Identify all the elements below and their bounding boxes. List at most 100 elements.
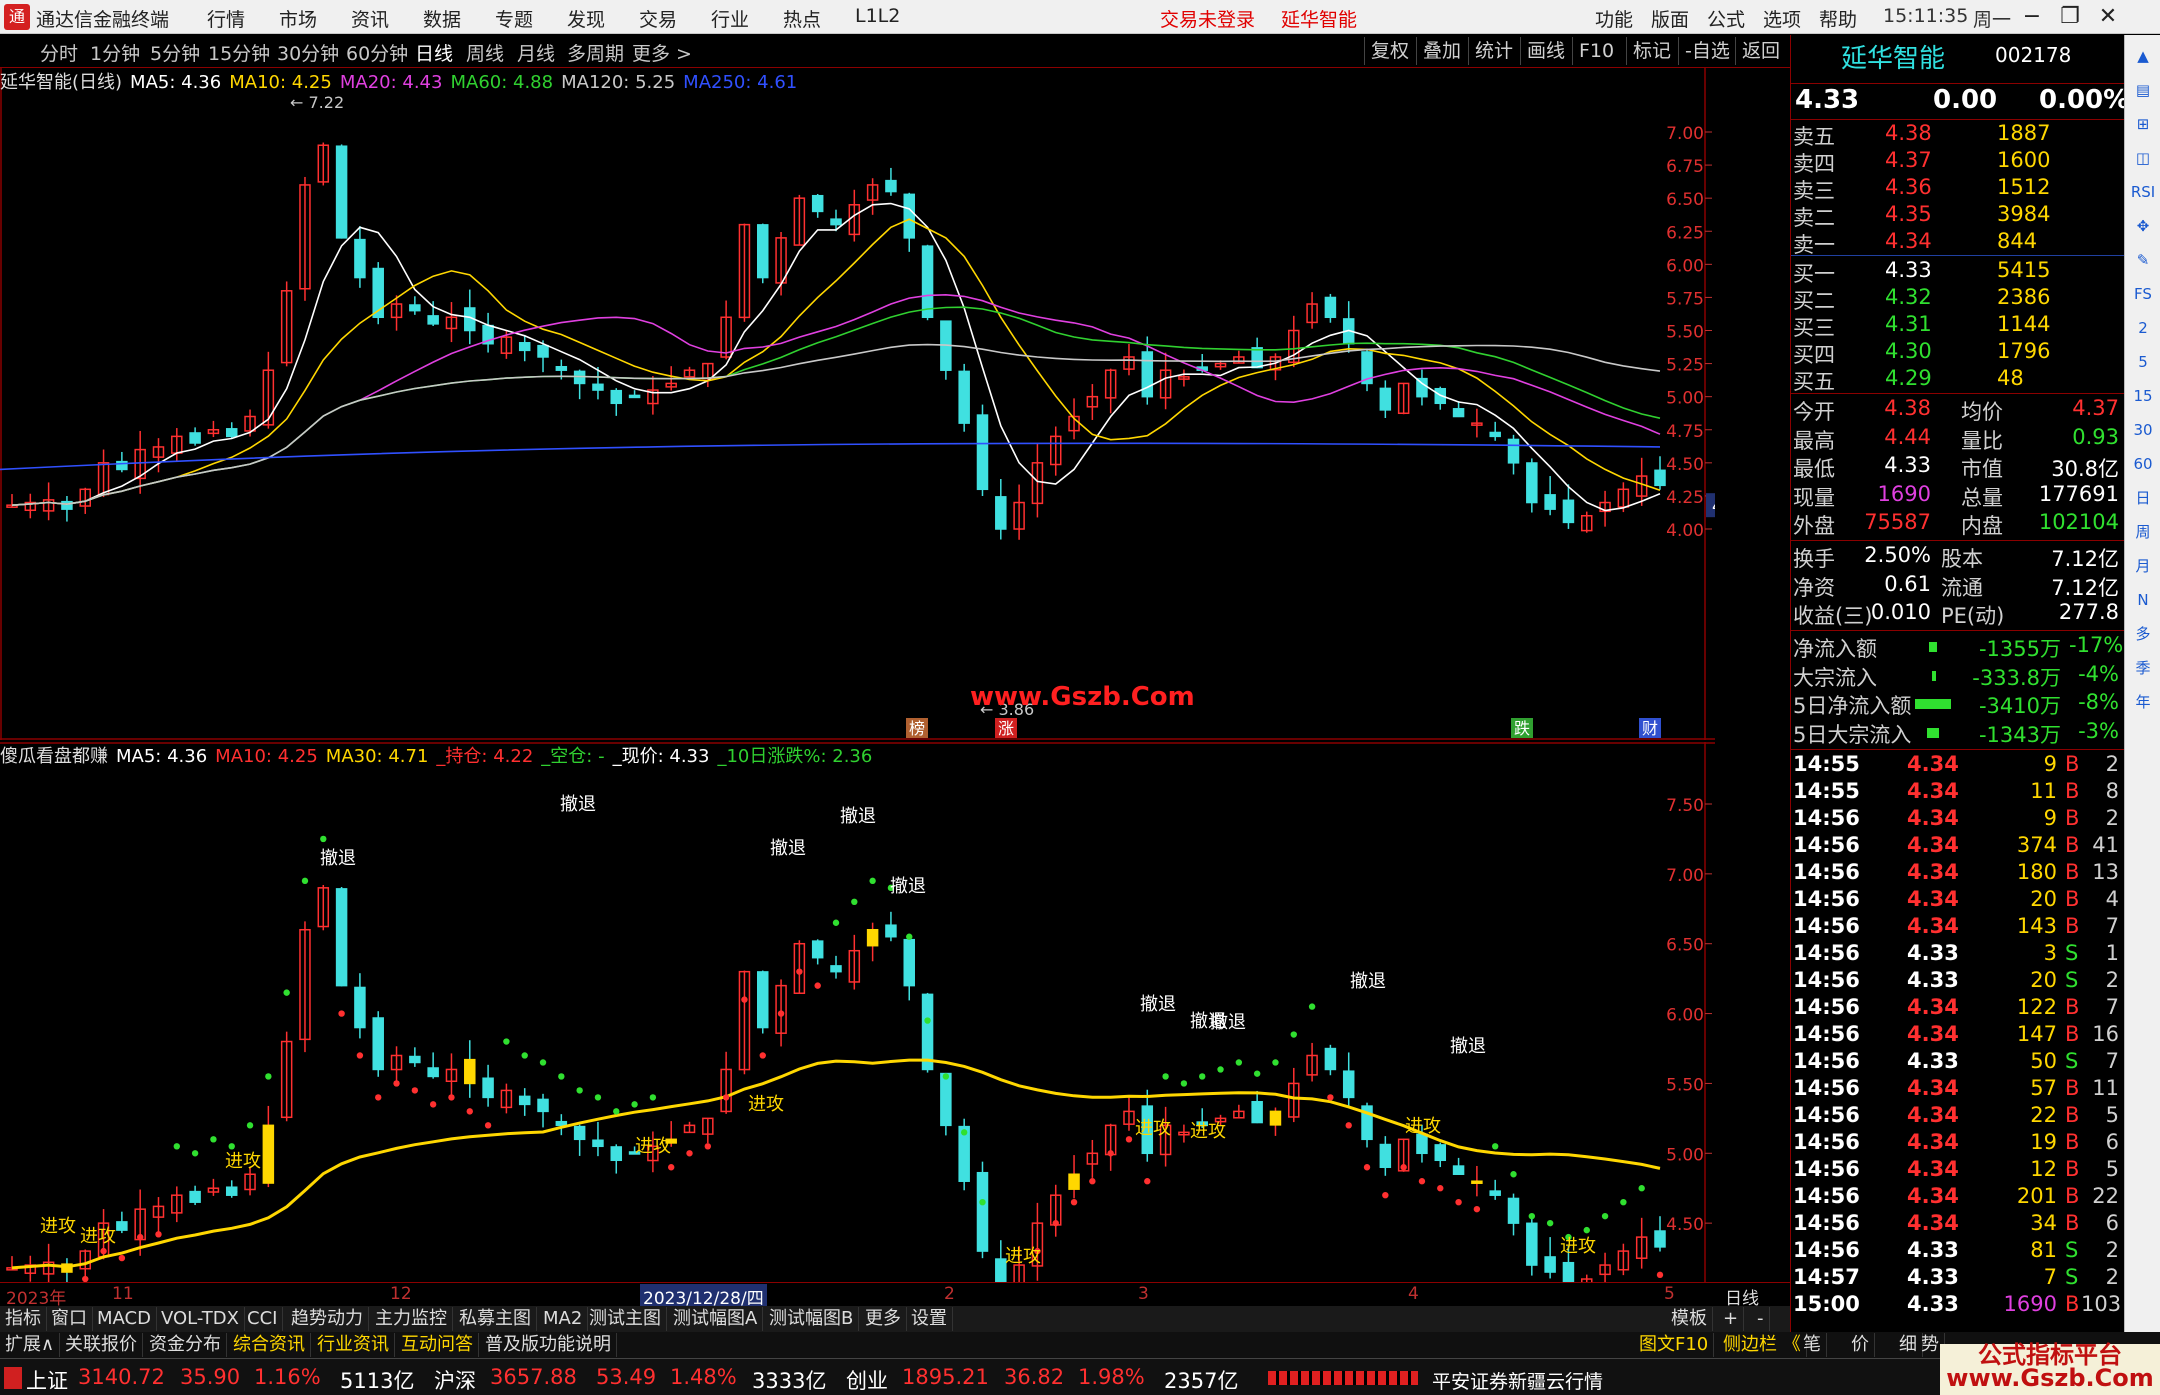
tab-ma2[interactable]: MA2	[538, 1307, 589, 1331]
attack-signal: 进攻	[1190, 1121, 1226, 1142]
num-5-icon[interactable]: 5	[2129, 349, 2157, 375]
日-icon[interactable]: 日	[2129, 485, 2157, 511]
tab-sidebar-toggle[interactable]: 侧边栏 《	[1718, 1333, 1807, 1357]
pen-icon[interactable]: ✎	[2129, 247, 2157, 273]
tab-shezhi[interactable]: 设置	[906, 1307, 953, 1331]
menu-l1l2[interactable]: L1L2	[855, 5, 900, 27]
sub-indicator-chart[interactable]: 7.507.006.506.005.505.004.504.00撤退撤退撤退撤退…	[0, 742, 1715, 1282]
index-name[interactable]: 上证	[26, 1365, 68, 1395]
tool-tongji[interactable]: 统计	[1468, 37, 1519, 65]
period-60min[interactable]: 60分钟	[346, 39, 408, 66]
period-monthly[interactable]: 月线	[517, 39, 555, 66]
tab-ceshifutu-b[interactable]: 测试幅图B	[764, 1307, 860, 1331]
N-icon[interactable]: N	[2129, 587, 2157, 613]
tab-qushidongli[interactable]: 趋势动力	[286, 1307, 369, 1331]
menu-icon[interactable]: ▤	[2129, 77, 2157, 103]
tab-template[interactable]: 模板	[1666, 1307, 1713, 1331]
period-daily[interactable]: 日线	[415, 39, 453, 66]
tab-bi[interactable]: 笔	[1798, 1333, 1827, 1357]
周-icon[interactable]: 周	[2129, 519, 2157, 545]
index-name[interactable]: 创业	[846, 1365, 888, 1395]
num-15-icon[interactable]: 15	[2129, 383, 2157, 409]
tab-hudongwenda[interactable]: 互动问答	[396, 1333, 479, 1357]
tab-zonghezixun[interactable]: 综合资讯	[228, 1333, 311, 1357]
period-30min[interactable]: 30分钟	[277, 39, 339, 66]
chart-icon[interactable]: ⊞	[2129, 111, 2157, 137]
sub-candle-body	[903, 938, 915, 987]
menu-gongneng[interactable]: 功能	[1595, 5, 1633, 32]
price-change-pct: 0.00%	[2039, 85, 2130, 115]
tab-tuwen-f10[interactable]: 图文F10	[1634, 1333, 1715, 1357]
stock-name-link[interactable]: 延华智能	[1281, 5, 1357, 32]
menu-gongshi[interactable]: 公式	[1707, 5, 1745, 32]
period-more[interactable]: 更多 >	[632, 39, 692, 66]
fs-icon[interactable]: FS	[2129, 281, 2157, 307]
num-30-icon[interactable]: 30	[2129, 417, 2157, 443]
tool-fanhui[interactable]: 返回	[1735, 37, 1786, 65]
menu-shuju[interactable]: 数据	[423, 5, 461, 32]
tool-huaxian[interactable]: 画线	[1520, 37, 1571, 65]
minimize-icon[interactable]: −	[2017, 2, 2047, 32]
calendar-icon[interactable]: ◫	[2129, 145, 2157, 171]
tab-chuangkou[interactable]: 窗口	[46, 1307, 93, 1331]
tick-side: S	[2065, 1265, 2079, 1289]
num-2-icon[interactable]: 2	[2129, 315, 2157, 341]
menu-zhuanti[interactable]: 专题	[495, 5, 533, 32]
tab-ceshifutu-a[interactable]: 测试幅图A	[668, 1307, 764, 1331]
menu-banmian[interactable]: 版面	[1651, 5, 1689, 32]
tab-zhibiao[interactable]: 指标	[0, 1307, 47, 1331]
period-fenshi[interactable]: 分时	[40, 39, 78, 66]
menu-bangzhu[interactable]: 帮助	[1819, 5, 1857, 32]
多-icon[interactable]: 多	[2129, 621, 2157, 647]
tool-f10[interactable]: F10	[1572, 37, 1620, 65]
main-kline-chart[interactable]: 7.00 6.75 6.50 6.25 6.00 5.75 5.50 5.25 5.00 4.75…	[0, 68, 1715, 740]
tab-gengduo[interactable]: 更多	[860, 1307, 907, 1331]
zoom-out-button[interactable]: -	[1752, 1307, 1770, 1331]
stop-dot	[1528, 1212, 1536, 1220]
compass-icon[interactable]: ✥	[2129, 213, 2157, 239]
menu-xuanxiang[interactable]: 选项	[1763, 5, 1801, 32]
tool-fuquan[interactable]: 复权	[1364, 37, 1415, 65]
bid-price: 4.30	[1885, 339, 1932, 363]
close-icon[interactable]: ✕	[2093, 2, 2123, 32]
period-5min[interactable]: 5分钟	[150, 39, 200, 66]
tab-zijinfenbu[interactable]: 资金分布	[144, 1333, 227, 1357]
menu-hangye[interactable]: 行业	[711, 5, 749, 32]
up-arrow-icon[interactable]: ▲	[2129, 43, 2157, 69]
menu-hangqing[interactable]: 行情	[207, 5, 245, 32]
stop-dot	[301, 877, 309, 885]
period-weekly[interactable]: 周线	[466, 39, 504, 66]
tab-kuozhan[interactable]: 扩展∧	[0, 1333, 61, 1357]
tab-jia[interactable]: 价	[1846, 1333, 1875, 1357]
period-1min[interactable]: 1分钟	[90, 39, 140, 66]
tab-simuzhutu[interactable]: 私募主图	[454, 1307, 537, 1331]
num-60-icon[interactable]: 60	[2129, 451, 2157, 477]
tool-diejia[interactable]: 叠加	[1416, 37, 1467, 65]
trade-login-link[interactable]: 交易未登录	[1160, 5, 1255, 32]
index-name[interactable]: 沪深	[434, 1365, 476, 1395]
period-multi[interactable]: 多周期	[567, 39, 624, 66]
tab-vol-tdx[interactable]: VOL-TDX	[156, 1307, 245, 1331]
季-icon[interactable]: 季	[2129, 655, 2157, 681]
tab-guanlianbaojia[interactable]: 关联报价	[60, 1333, 143, 1357]
tool-biaoji[interactable]: 标记	[1626, 37, 1677, 65]
tab-gongnengshuoming[interactable]: 普及版功能说明	[480, 1333, 617, 1357]
menu-zixun[interactable]: 资讯	[351, 5, 389, 32]
period-15min[interactable]: 15分钟	[208, 39, 270, 66]
tab-ceshizhutu[interactable]: 测试主图	[584, 1307, 667, 1331]
restore-icon[interactable]: ❐	[2055, 2, 2085, 32]
stop-dot	[1107, 1150, 1114, 1157]
tab-zhulijiankong[interactable]: 主力监控	[370, 1307, 453, 1331]
menu-redian[interactable]: 热点	[783, 5, 821, 32]
zoom-in-button[interactable]: +	[1718, 1307, 1745, 1331]
tab-cci[interactable]: CCI	[242, 1307, 284, 1331]
menu-shichang[interactable]: 市场	[279, 5, 317, 32]
tab-hangyezixun[interactable]: 行业资讯	[312, 1333, 395, 1357]
tab-macd[interactable]: MACD	[92, 1307, 157, 1331]
月-icon[interactable]: 月	[2129, 553, 2157, 579]
年-icon[interactable]: 年	[2129, 689, 2157, 715]
menu-jiaoyi[interactable]: 交易	[639, 5, 677, 32]
menu-faxian[interactable]: 发现	[567, 5, 605, 32]
tool-zixuan[interactable]: -自选	[1678, 37, 1736, 65]
rsi-icon[interactable]: RSI	[2129, 179, 2157, 205]
